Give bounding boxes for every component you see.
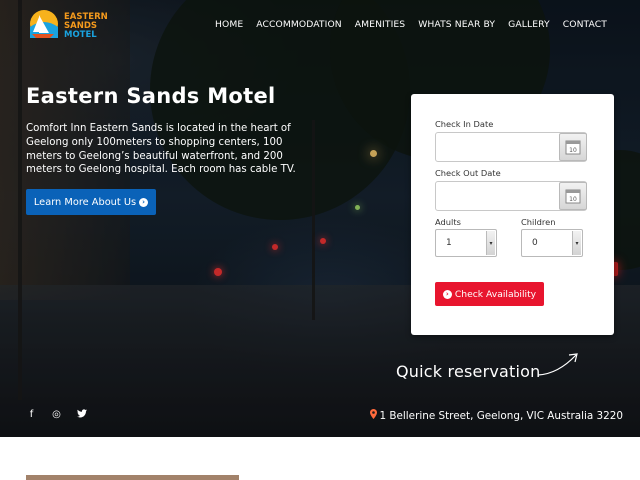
- logo[interactable]: EASTERN SANDS MOTEL: [26, 7, 136, 43]
- main-nav: HOME ACCOMMODATION AMENITIES WHATS NEAR …: [202, 19, 607, 30]
- check-in-calendar-button[interactable]: 10: [559, 133, 587, 161]
- address-line: 1 Bellerine Street, Geelong, VIC Austral…: [370, 409, 623, 422]
- hero-description: Comfort Inn Eastern Sands is located in …: [26, 123, 296, 176]
- nav-item-gallery[interactable]: GALLERY: [508, 19, 550, 30]
- learn-more-label: Learn More About Us: [33, 196, 137, 208]
- nav-item-accommodation[interactable]: ACCOMMODATION: [256, 19, 341, 30]
- calendar-icon: 10: [565, 189, 581, 204]
- calendar-day-text: 10: [569, 147, 577, 154]
- twitter-bird-icon: [76, 409, 87, 418]
- adults-select[interactable]: 1 ▾: [435, 229, 497, 257]
- children-value: 0: [532, 238, 538, 248]
- check-out-calendar-button[interactable]: 10: [559, 182, 587, 210]
- nav-item-whats-near-by[interactable]: WHATS NEAR BY: [418, 19, 495, 30]
- nav-item-contact[interactable]: CONTACT: [563, 19, 607, 30]
- chevron-right-circle-icon: ›: [442, 289, 452, 299]
- check-out-label: Check Out Date: [435, 168, 501, 178]
- curved-arrow-icon: [537, 353, 578, 376]
- logo-emblem-icon: [30, 10, 58, 38]
- social-links: f ◎: [26, 409, 87, 421]
- hero-title: Eastern Sands Motel: [26, 84, 276, 108]
- instagram-icon[interactable]: ◎: [51, 409, 62, 421]
- map-marker-icon: [370, 409, 378, 422]
- children-label: Children: [521, 217, 556, 227]
- chevron-down-icon: ▾: [572, 231, 581, 255]
- nav-item-amenities[interactable]: AMENITIES: [355, 19, 405, 30]
- booking-card: Check In Date 10 Check Out Date 10 Adult…: [411, 94, 614, 335]
- calendar-icon: 10: [565, 140, 581, 155]
- check-in-label: Check In Date: [435, 119, 494, 129]
- chevron-down-icon: ▾: [486, 231, 495, 255]
- twitter-icon[interactable]: [76, 409, 87, 421]
- chevron-right-circle-icon: ›: [139, 197, 149, 207]
- calendar-day-text: 10: [569, 196, 577, 203]
- children-select[interactable]: 0 ▾: [521, 229, 583, 257]
- adults-value: 1: [446, 238, 452, 248]
- facebook-icon[interactable]: f: [26, 409, 37, 421]
- logo-wordmark: EASTERN SANDS MOTEL: [64, 13, 108, 40]
- content-image-top: [26, 475, 239, 480]
- check-availability-button[interactable]: › Check Availability: [435, 282, 544, 306]
- logo-text-motel: MOTEL: [64, 30, 97, 40]
- quick-reservation-text: Quick reservation: [396, 362, 541, 381]
- address-text: 1 Bellerine Street, Geelong, VIC Austral…: [379, 409, 623, 422]
- nav-item-home[interactable]: HOME: [215, 19, 243, 30]
- learn-more-button[interactable]: Learn More About Us ›: [26, 189, 156, 215]
- check-availability-label: Check Availability: [454, 288, 537, 300]
- adults-label: Adults: [435, 217, 461, 227]
